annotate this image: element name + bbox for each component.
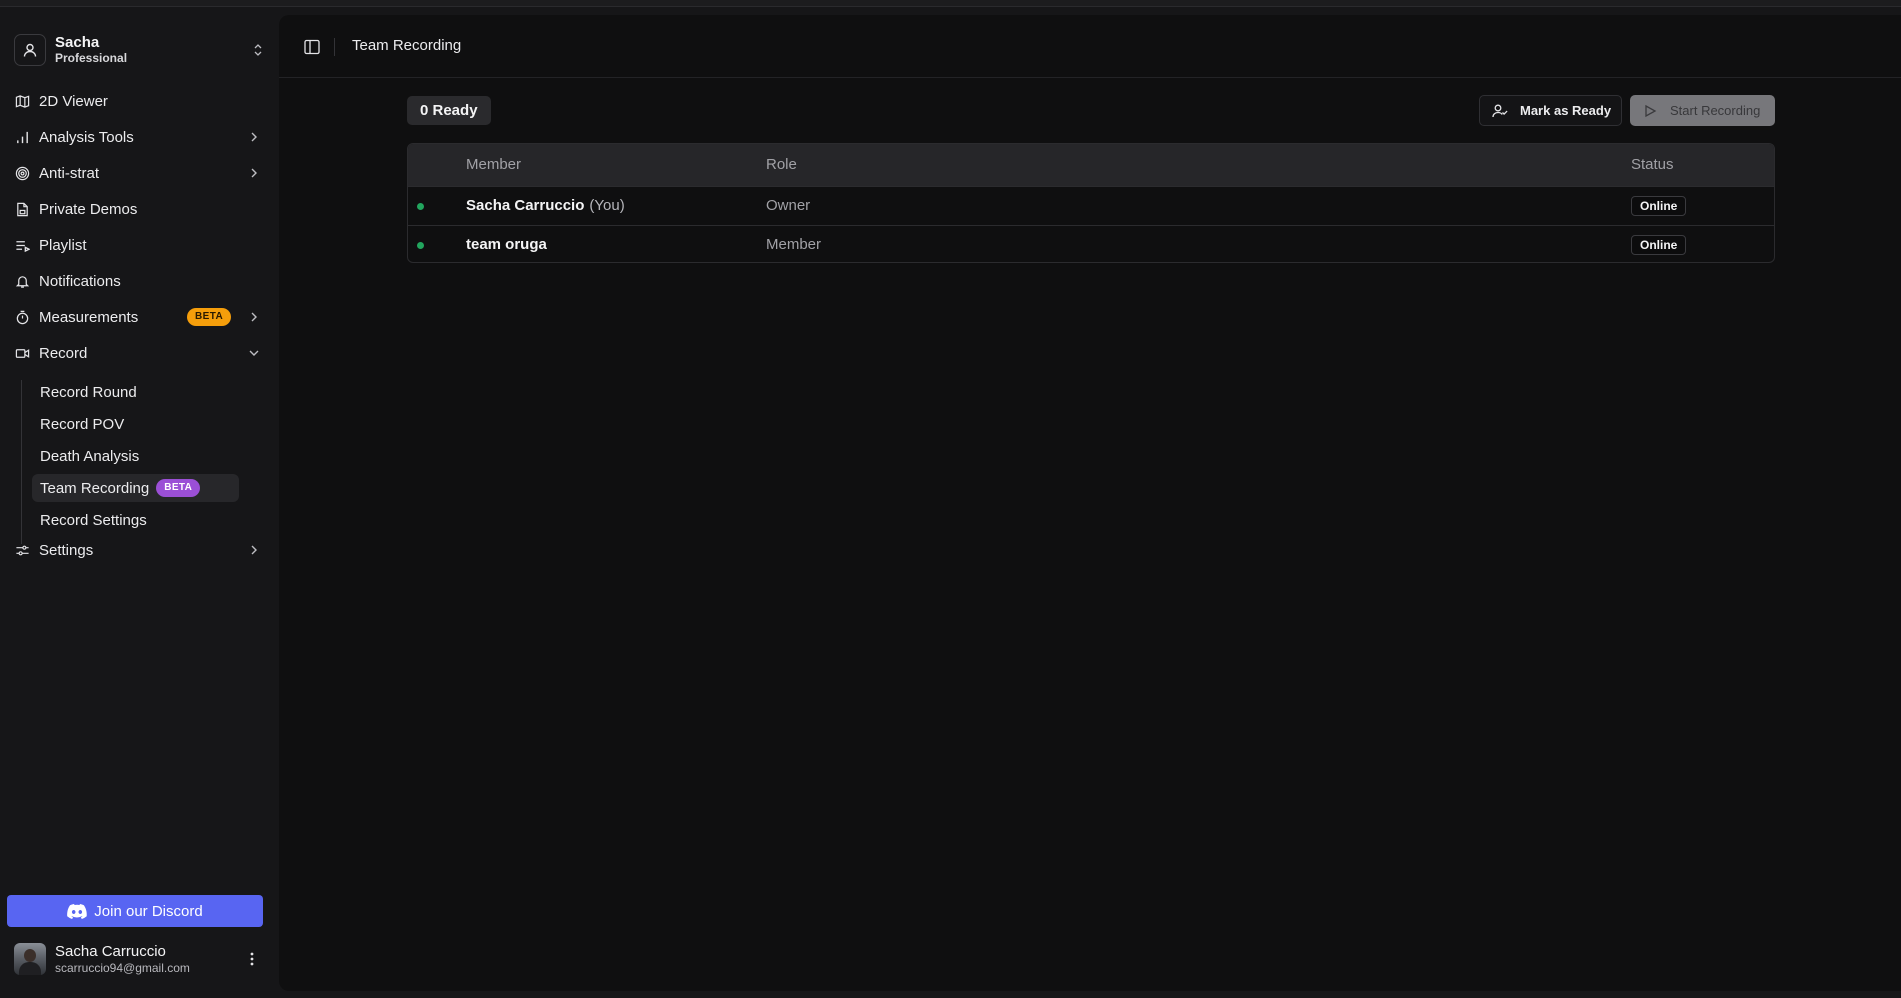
main-panel: Team Recording 0 Ready Mark as Ready Sta…	[279, 15, 1901, 991]
list-music-icon	[14, 237, 30, 253]
discord-icon	[67, 903, 88, 919]
chevrons-up-down-icon	[252, 42, 264, 63]
chevron-right-icon	[248, 309, 260, 329]
sub-item-record-round[interactable]: Record Round	[32, 378, 239, 406]
nav-item-private-demos[interactable]: Private Demos	[14, 193, 260, 225]
nav-item-measurements[interactable]: Measurements BETA	[14, 301, 260, 333]
profile-switcher[interactable]: Sacha Professional	[14, 30, 264, 70]
chevron-right-icon	[248, 542, 260, 562]
table-row[interactable]: Sacha Carruccio (You) Owner Online	[408, 186, 1774, 225]
member-name: Sacha Carruccio (You)	[466, 197, 625, 214]
sub-item-label: Team Recording	[40, 479, 150, 497]
profile-name: Sacha	[55, 34, 100, 51]
avatar	[14, 943, 46, 975]
nav-item-notifications[interactable]: Notifications	[14, 265, 260, 297]
nav-item-analysis-tools[interactable]: Analysis Tools	[14, 121, 260, 153]
more-vertical-icon[interactable]	[250, 951, 254, 972]
user-email: scarruccio94@gmail.com	[55, 960, 190, 975]
beta-badge: BETA	[187, 308, 232, 326]
nav-label: Anti-strat	[39, 164, 100, 182]
submenu-guide-line	[21, 380, 22, 544]
nav-item-settings[interactable]: Settings	[14, 534, 260, 566]
column-header-member: Member	[466, 156, 522, 173]
online-dot	[417, 203, 424, 210]
member-name-text: Sacha Carruccio	[466, 197, 585, 214]
nav-label: 2D Viewer	[39, 92, 108, 110]
panel-left-icon[interactable]	[303, 38, 321, 56]
sub-item-label: Death Analysis	[40, 447, 140, 465]
you-label: (You)	[589, 197, 625, 214]
nav-label: Notifications	[39, 272, 121, 290]
nav-item-2d-viewer[interactable]: 2D Viewer	[14, 85, 260, 117]
bell-icon	[14, 273, 30, 289]
start-recording-label: Start Recording	[1670, 103, 1761, 118]
bar-chart-icon	[14, 129, 30, 145]
user-icon	[14, 34, 46, 66]
nav-label: Settings	[39, 541, 94, 559]
play-icon	[1643, 104, 1657, 118]
nav-item-anti-strat[interactable]: Anti-strat	[14, 157, 260, 189]
nav-label: Analysis Tools	[39, 128, 134, 146]
member-name: team oruga	[466, 236, 547, 253]
user-name: Sacha Carruccio	[55, 942, 166, 960]
sub-item-record-settings[interactable]: Record Settings	[32, 506, 239, 534]
chevron-right-icon	[248, 129, 260, 149]
column-header-role: Role	[766, 156, 797, 173]
chevron-right-icon	[248, 165, 260, 185]
member-role: Member	[766, 236, 822, 253]
sidebar: Sacha Professional 2D Viewer Analysis To…	[0, 7, 278, 998]
status-badge: Online	[1631, 196, 1687, 216]
sub-item-team-recording[interactable]: Team Recording BETA	[32, 474, 239, 502]
member-role: Owner	[766, 197, 811, 214]
sub-item-label: Record POV	[40, 415, 125, 433]
join-discord-button[interactable]: Join our Discord	[7, 895, 263, 927]
nav-label: Private Demos	[39, 200, 138, 218]
chevron-down-icon	[248, 345, 260, 365]
map-icon	[14, 93, 30, 109]
page-header: Team Recording	[279, 15, 1901, 78]
mark-as-ready-button[interactable]: Mark as Ready	[1479, 95, 1622, 126]
sub-item-label: Record Settings	[40, 511, 147, 529]
user-check-icon	[1492, 103, 1508, 119]
nav-label: Playlist	[39, 236, 87, 254]
mark-as-ready-label: Mark as Ready	[1520, 103, 1612, 118]
join-discord-label: Join our Discord	[94, 902, 203, 920]
member-name-text: team oruga	[466, 236, 547, 253]
video-camera-icon	[14, 345, 30, 361]
target-icon	[14, 165, 30, 181]
table-row[interactable]: team oruga Member Online	[408, 225, 1774, 262]
sliders-icon	[14, 542, 30, 558]
header-divider	[334, 38, 335, 56]
online-dot	[417, 242, 424, 249]
nav-item-playlist[interactable]: Playlist	[14, 229, 260, 261]
status-badge: Online	[1631, 235, 1687, 255]
nav-label: Measurements	[39, 308, 139, 326]
sub-item-record-pov[interactable]: Record POV	[32, 410, 239, 438]
nav-label: Record	[39, 344, 88, 362]
column-header-status: Status	[1631, 156, 1674, 173]
sub-item-label: Record Round	[40, 383, 137, 401]
profile-plan: Professional	[55, 51, 128, 65]
ready-count-badge: 0 Ready	[407, 96, 491, 125]
start-recording-button[interactable]: Start Recording	[1630, 95, 1775, 126]
file-lock-icon	[14, 201, 30, 217]
beta-badge: BETA	[156, 479, 201, 497]
members-table: Member Role Status Sacha Carruccio (You) …	[407, 143, 1775, 263]
window-top-bar	[0, 0, 1901, 7]
sub-item-death-analysis[interactable]: Death Analysis	[32, 442, 239, 470]
timer-icon	[14, 309, 30, 325]
nav-item-record[interactable]: Record	[14, 337, 260, 369]
table-header: Member Role Status	[408, 144, 1774, 186]
user-menu[interactable]: Sacha Carruccio scarruccio94@gmail.com	[14, 941, 264, 977]
page-title: Team Recording	[352, 37, 462, 54]
